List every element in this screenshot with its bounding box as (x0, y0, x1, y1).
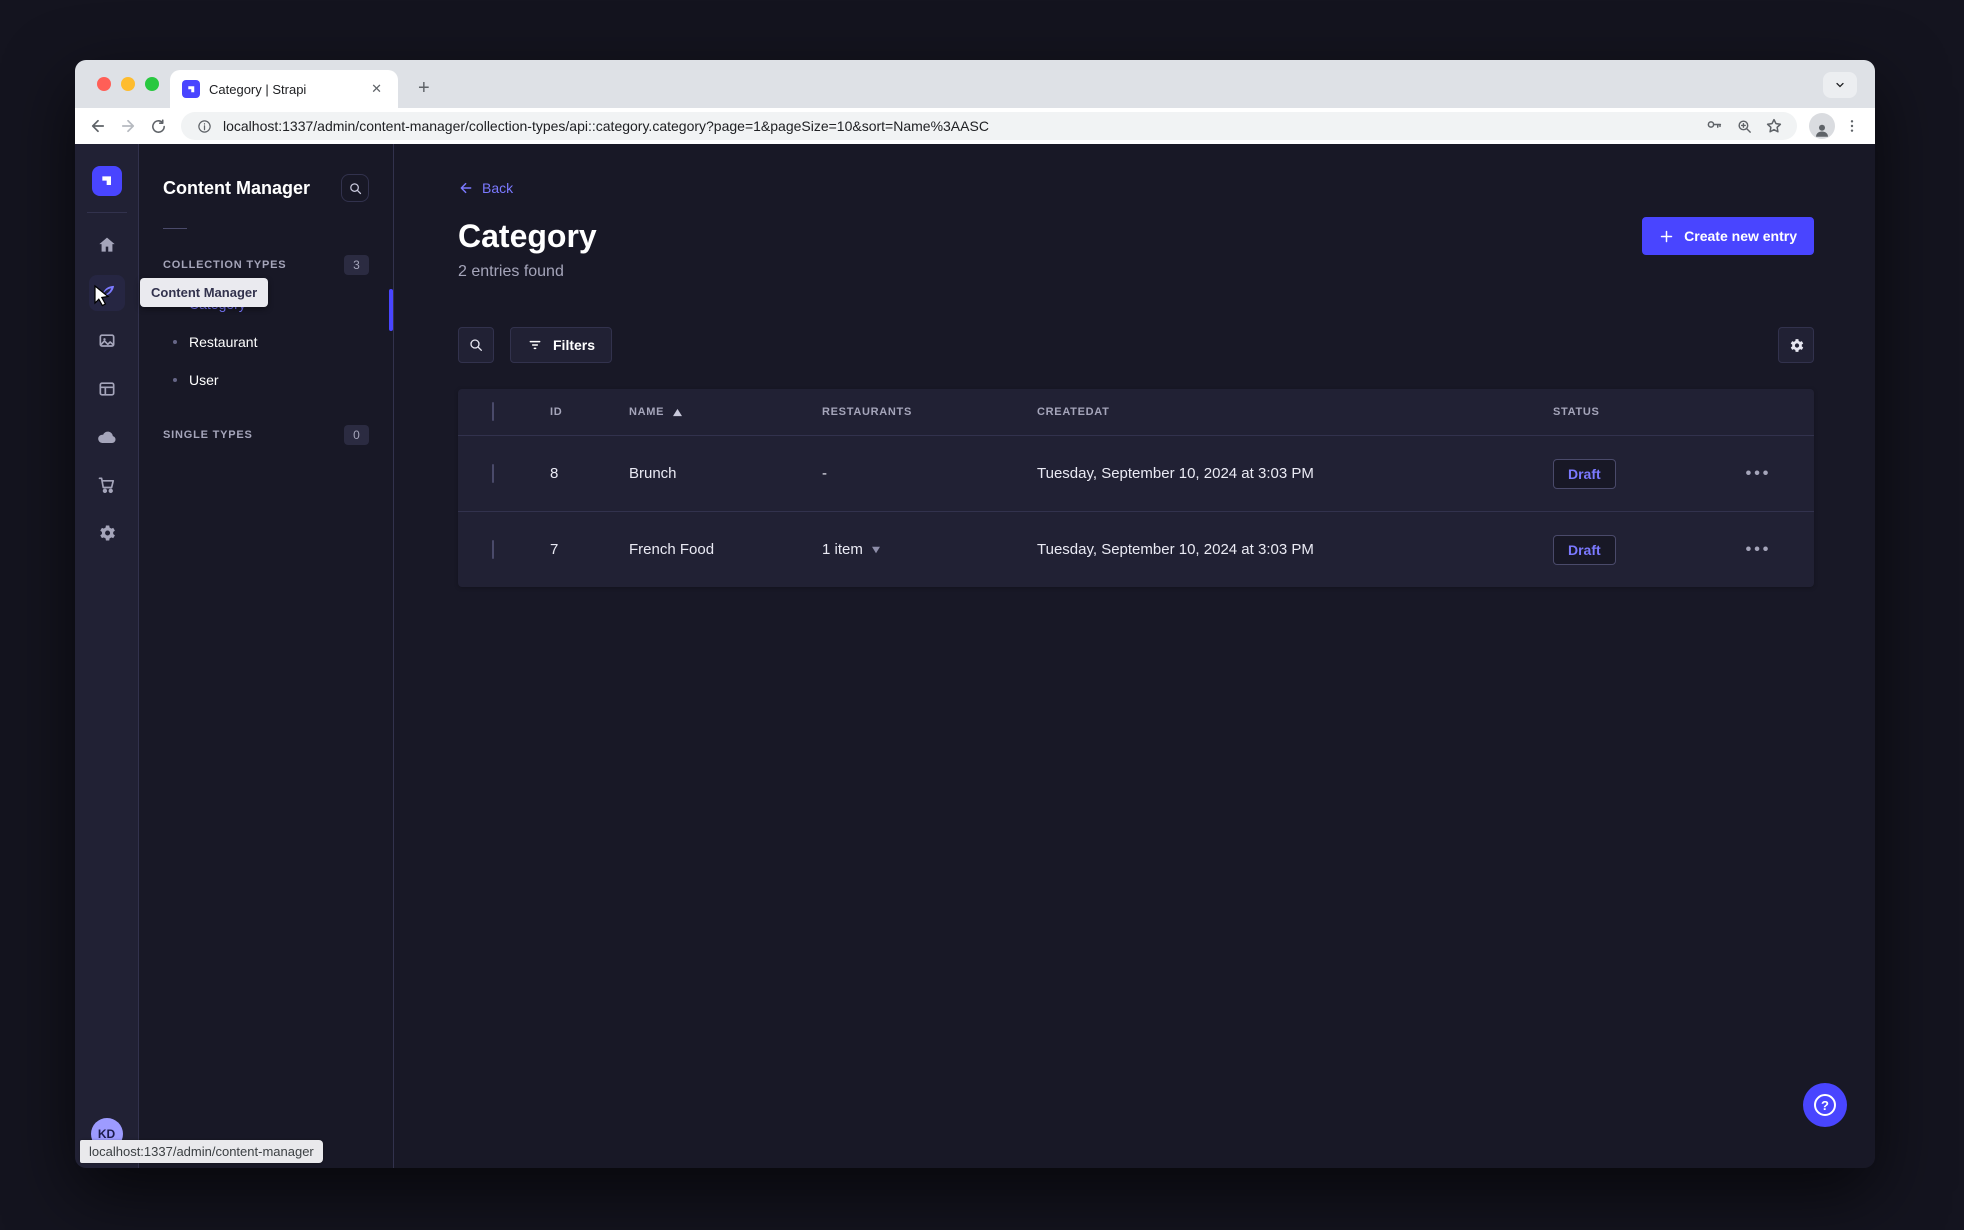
back-nav-icon[interactable] (85, 113, 111, 139)
panel-search-button[interactable] (341, 174, 369, 202)
new-tab-button[interactable]: + (412, 77, 436, 100)
browser-profile-avatar[interactable] (1809, 113, 1835, 139)
filter-funnel-icon (529, 340, 541, 350)
panel-title: Content Manager (163, 177, 311, 198)
content-type-builder-nav-icon[interactable] (89, 371, 125, 407)
cell-restaurants-label: 1 item (822, 541, 863, 558)
single-types-count-badge: 0 (344, 425, 369, 445)
cell-restaurants: - (822, 465, 827, 482)
plus-icon (1660, 230, 1673, 242)
filters-button[interactable]: Filters (510, 327, 613, 363)
column-header-createdat[interactable]: CREATEDAT (1019, 406, 1535, 418)
sidebar-item-label: Restaurant (189, 334, 258, 350)
url-bar[interactable]: localhost:1337/admin/content-manager/col… (181, 112, 1797, 140)
column-header-name-label: NAME (629, 406, 665, 418)
cell-id: 7 (550, 541, 559, 558)
strapi-app: KD Content Manager COLLECTION TYPES 3 Ca… (75, 144, 1875, 1168)
column-header-status[interactable]: STATUS (1535, 406, 1705, 418)
strapi-favicon-icon (182, 80, 200, 98)
row-checkbox[interactable] (492, 539, 494, 559)
browser-window: Category | Strapi ✕ + localhost:1337/adm… (75, 60, 1875, 1168)
marketplace-cart-nav-icon[interactable] (89, 467, 125, 503)
arrow-left-icon (460, 182, 472, 194)
gear-icon (1790, 338, 1803, 352)
window-controls (97, 77, 159, 91)
cell-restaurants[interactable]: 1 item (804, 541, 1019, 558)
tab-search-chevron-icon[interactable] (1823, 72, 1857, 98)
bullet-icon (173, 378, 177, 382)
column-header-name[interactable]: NAME (611, 406, 804, 418)
row-checkbox[interactable] (492, 463, 494, 483)
collection-types-section-header: COLLECTION TYPES 3 (163, 255, 369, 275)
browser-tab[interactable]: Category | Strapi ✕ (170, 70, 398, 108)
rail-divider (86, 212, 127, 213)
zoom-in-icon[interactable] (1733, 115, 1755, 137)
sort-ascending-icon[interactable] (672, 408, 683, 417)
caret-down-icon[interactable] (871, 546, 881, 554)
create-new-entry-label: Create new entry (1684, 228, 1797, 244)
column-header-id[interactable]: ID (532, 406, 611, 418)
browser-toolbar: localhost:1337/admin/content-manager/col… (75, 108, 1875, 144)
password-key-icon[interactable] (1703, 115, 1725, 137)
filters-label: Filters (553, 337, 596, 353)
single-types-section-header: SINGLE TYPES 0 (163, 425, 369, 445)
close-window-button[interactable] (97, 77, 111, 91)
single-types-label: SINGLE TYPES (163, 429, 253, 441)
row-actions-menu-icon[interactable]: ••• (1746, 541, 1772, 559)
select-all-checkbox[interactable] (492, 402, 494, 421)
forward-nav-icon[interactable] (115, 113, 141, 139)
table-settings-button[interactable] (1778, 327, 1814, 363)
help-button[interactable]: ? (1803, 1083, 1847, 1127)
table-search-button[interactable] (458, 327, 494, 363)
sidebar-item-user[interactable]: User (163, 361, 369, 399)
minimize-window-button[interactable] (121, 77, 135, 91)
table-row[interactable]: 7 French Food 1 item Tuesday, September … (458, 511, 1814, 587)
cell-createdat: Tuesday, September 10, 2024 at 3:03 PM (1037, 541, 1314, 558)
entries-count-text: 2 entries found (458, 263, 564, 280)
sidebar-item-label: User (189, 372, 219, 388)
browser-tabstrip: Category | Strapi ✕ + (75, 60, 1875, 108)
main-content: Back Category Create new entry 2 entries… (394, 144, 1875, 1168)
panel-divider (163, 228, 187, 229)
content-manager-tooltip: Content Manager (140, 278, 269, 307)
table-header-row: ID NAME RESTAURANTS CREATEDAT STATUS (458, 389, 1814, 435)
reload-icon[interactable] (145, 113, 171, 139)
entries-table: ID NAME RESTAURANTS CREATEDAT STATUS 8 B… (458, 389, 1814, 587)
page-info-icon[interactable] (193, 115, 215, 137)
bullet-icon (173, 340, 177, 344)
tab-title: Category | Strapi (209, 81, 307, 97)
url-text[interactable]: localhost:1337/admin/content-manager/col… (223, 118, 1695, 134)
back-link[interactable]: Back (458, 180, 513, 196)
sidebar-item-restaurant[interactable]: Restaurant (163, 323, 369, 361)
status-badge: Draft (1553, 534, 1616, 565)
status-badge: Draft (1553, 458, 1616, 489)
mouse-cursor (91, 284, 113, 313)
panel-scrollbar-thumb[interactable] (389, 289, 393, 331)
search-icon (470, 339, 482, 351)
cell-id: 8 (550, 465, 559, 482)
create-new-entry-button[interactable]: Create new entry (1642, 217, 1814, 255)
media-library-nav-icon[interactable] (89, 323, 125, 359)
page-title: Category (458, 217, 597, 254)
settings-gear-nav-icon[interactable] (89, 515, 125, 551)
question-mark-icon: ? (1814, 1094, 1836, 1116)
deploy-cloud-nav-icon[interactable] (89, 419, 125, 455)
strapi-logo-icon[interactable] (91, 166, 122, 196)
bookmark-star-icon[interactable] (1763, 115, 1785, 137)
row-actions-menu-icon[interactable]: ••• (1746, 465, 1772, 483)
collection-types-label: COLLECTION TYPES (163, 259, 287, 271)
cell-name: Brunch (629, 465, 677, 482)
back-label: Back (482, 180, 514, 196)
status-bar-link: localhost:1337/admin/content-manager (80, 1140, 323, 1163)
collection-types-count-badge: 3 (344, 255, 369, 275)
browser-menu-icon[interactable] (1839, 113, 1865, 139)
cell-name: French Food (629, 541, 715, 558)
column-header-restaurants[interactable]: RESTAURANTS (804, 406, 1019, 418)
zoom-window-button[interactable] (145, 77, 159, 91)
tab-close-icon[interactable]: ✕ (367, 79, 386, 99)
cell-createdat: Tuesday, September 10, 2024 at 3:03 PM (1037, 465, 1314, 482)
home-nav-icon[interactable] (89, 227, 125, 263)
table-row[interactable]: 8 Brunch - Tuesday, September 10, 2024 a… (458, 435, 1814, 511)
